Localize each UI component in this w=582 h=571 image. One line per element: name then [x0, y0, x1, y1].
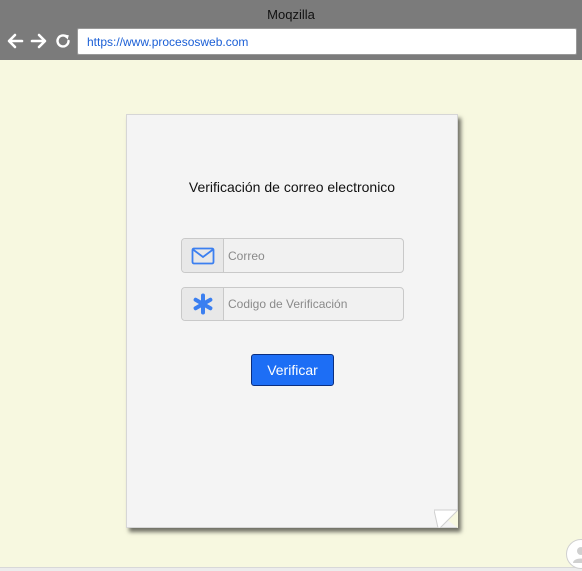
window-title: Moqzilla — [267, 7, 315, 22]
arrow-left-icon — [7, 33, 24, 49]
verification-card: Verificación de correo electronico Verif… — [126, 114, 458, 528]
code-input-group — [181, 287, 404, 321]
address-url: https://www.procesosweb.com — [87, 35, 249, 49]
reload-icon — [56, 34, 70, 48]
address-bar[interactable]: https://www.procesosweb.com — [77, 28, 577, 55]
verification-code-field[interactable] — [224, 288, 403, 320]
forward-button[interactable] — [29, 31, 49, 51]
verify-button[interactable]: Verificar — [251, 354, 334, 386]
back-button[interactable] — [5, 31, 25, 51]
browser-chrome: Moqzilla https://www.procesosweb.com — [0, 0, 582, 60]
envelope-icon — [191, 247, 214, 264]
email-input-group — [181, 238, 404, 273]
status-strip — [0, 567, 582, 571]
code-addon — [182, 288, 224, 320]
page-fold-corner — [434, 506, 458, 528]
email-field[interactable] — [224, 239, 403, 272]
reload-button[interactable] — [53, 31, 73, 51]
card-title: Verificación de correo electronico — [188, 179, 396, 195]
email-addon — [182, 239, 224, 272]
asterisk-icon — [193, 293, 212, 315]
user-icon — [573, 547, 582, 563]
arrow-right-icon — [30, 33, 47, 49]
